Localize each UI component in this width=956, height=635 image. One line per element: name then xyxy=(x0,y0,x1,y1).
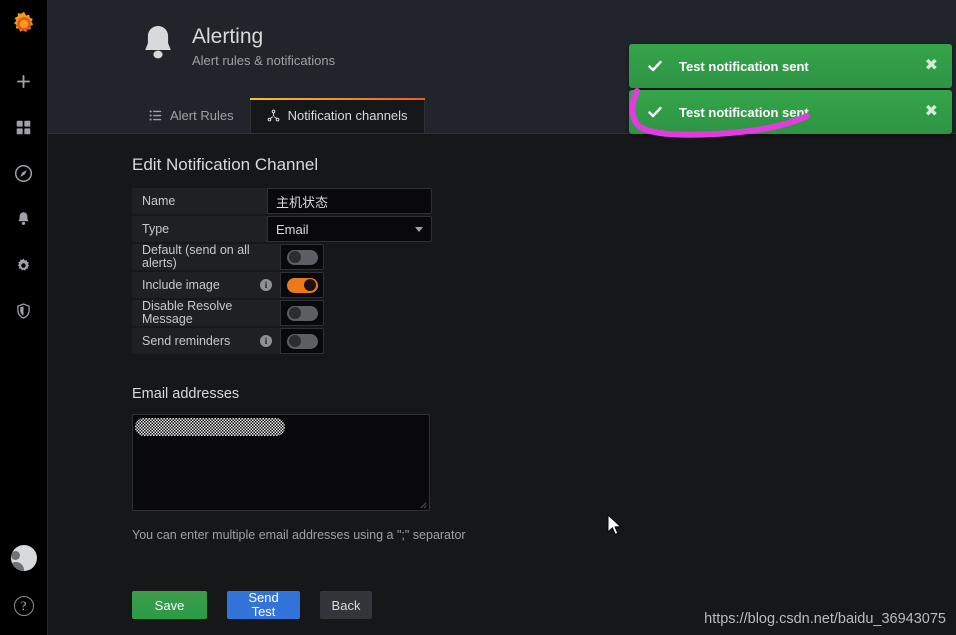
toggle-off xyxy=(286,333,318,349)
toggle-on xyxy=(286,277,318,293)
field-label-type: Type xyxy=(132,216,267,242)
resize-grip-icon[interactable] xyxy=(418,500,427,509)
bell-icon xyxy=(138,22,178,71)
form-button-bar: Save Send Test Back xyxy=(132,591,372,619)
redaction-overlay xyxy=(135,418,285,436)
close-icon[interactable]: ✖ xyxy=(925,58,938,74)
heading-text: Alerting Alert rules & notifications xyxy=(192,25,335,68)
sidebar-item-server-admin[interactable] xyxy=(0,294,48,328)
app-root: ? Alerting Alert rules & notifications A… xyxy=(0,0,956,635)
toast-message: Test notification sent xyxy=(679,58,809,74)
tab-alert-rules[interactable]: Alert Rules xyxy=(133,98,250,133)
toggle-off xyxy=(286,249,318,265)
switch-label-text: Default (send on all alerts) xyxy=(142,244,250,270)
info-icon[interactable]: i xyxy=(260,279,272,291)
check-icon xyxy=(647,58,663,74)
switch-label-disable-resolve-message: Disable Resolve Message xyxy=(132,300,280,326)
toggle-off xyxy=(286,305,318,321)
close-icon[interactable]: ✖ xyxy=(925,104,938,120)
switch-label-include-image: Include image i xyxy=(132,272,280,298)
switch-label-text: Include image xyxy=(142,278,220,292)
type-select[interactable]: Email xyxy=(267,216,432,242)
sidebar-item-dashboards[interactable] xyxy=(0,110,48,144)
switch-disable-resolve-message-toggle[interactable] xyxy=(280,300,324,326)
toast-container: Test notification sent ✖ Test notificati… xyxy=(629,44,952,136)
send-test-button[interactable]: Send Test xyxy=(227,591,300,619)
list-icon xyxy=(149,109,162,122)
name-input[interactable]: 主机状态 xyxy=(267,188,432,214)
sidebar-item-create[interactable] xyxy=(0,64,48,98)
field-label-name: Name xyxy=(132,188,267,214)
switch-row-default: Default (send on all alerts) xyxy=(132,244,432,270)
avatar[interactable] xyxy=(0,541,48,575)
back-button[interactable]: Back xyxy=(320,591,372,619)
sidebar-item-configuration[interactable] xyxy=(0,248,48,282)
switch-default-toggle[interactable] xyxy=(280,244,324,270)
page-subtitle: Alert rules & notifications xyxy=(192,53,336,69)
switch-send-reminders-toggle[interactable] xyxy=(280,328,324,354)
email-addresses-input[interactable] xyxy=(132,414,430,511)
field-row-type: Type Email xyxy=(132,216,432,242)
question-circle-icon[interactable]: ? xyxy=(0,589,48,623)
send-test-line1: Send xyxy=(248,590,279,605)
toast-message: Test notification sent xyxy=(679,104,809,120)
share-nodes-icon xyxy=(267,109,280,122)
email-addresses-label: Email addresses xyxy=(132,386,240,402)
switch-row-include-image: Include image i xyxy=(132,272,432,298)
notification-channel-form: Name 主机状态 Type Email Default (send on al… xyxy=(132,188,432,356)
switch-label-default: Default (send on all alerts) xyxy=(132,244,280,270)
switch-label-text: Disable Resolve Message xyxy=(142,300,233,326)
email-addresses-hint: You can enter multiple email addresses u… xyxy=(132,528,466,542)
main-content: Edit Notification Channel Name 主机状态 Type… xyxy=(48,134,956,635)
page-title: Alerting xyxy=(192,24,264,48)
switch-label-text: Send reminders xyxy=(142,334,231,348)
sidebar-nav-top xyxy=(0,64,47,328)
help-glyph: ? xyxy=(13,596,34,616)
check-icon xyxy=(647,104,663,120)
sidebar-nav-bottom: ? xyxy=(0,541,48,623)
type-select-value: Email xyxy=(276,221,309,237)
switch-row-send-reminders: Send reminders i xyxy=(132,328,432,354)
sidebar-item-explore[interactable] xyxy=(0,156,48,190)
chevron-down-icon xyxy=(415,226,423,232)
switch-include-image-toggle[interactable] xyxy=(280,272,324,298)
grafana-logo-icon[interactable] xyxy=(6,6,42,42)
field-row-name: Name 主机状态 xyxy=(132,188,432,214)
send-test-line2: Test xyxy=(251,604,276,619)
switch-row-disable-resolve-message: Disable Resolve Message xyxy=(132,300,432,326)
watermark-url: https://blog.csdn.net/baidu_36943075 xyxy=(704,611,946,627)
toast-success[interactable]: Test notification sent ✖ xyxy=(629,44,952,88)
main-sidebar: ? xyxy=(0,0,48,635)
sidebar-item-alerting[interactable] xyxy=(0,202,48,236)
tab-notification-channels[interactable]: Notification channels xyxy=(249,98,425,133)
toast-success[interactable]: Test notification sent ✖ xyxy=(629,90,952,134)
tab-label: Alert Rules xyxy=(170,108,234,123)
save-button[interactable]: Save xyxy=(132,591,207,619)
switch-label-send-reminders: Send reminders i xyxy=(132,328,280,354)
page-heading: Alerting Alert rules & notifications xyxy=(138,22,335,71)
tab-label: Notification channels xyxy=(287,108,408,123)
info-icon[interactable]: i xyxy=(260,335,272,347)
section-title: Edit Notification Channel xyxy=(132,155,319,174)
